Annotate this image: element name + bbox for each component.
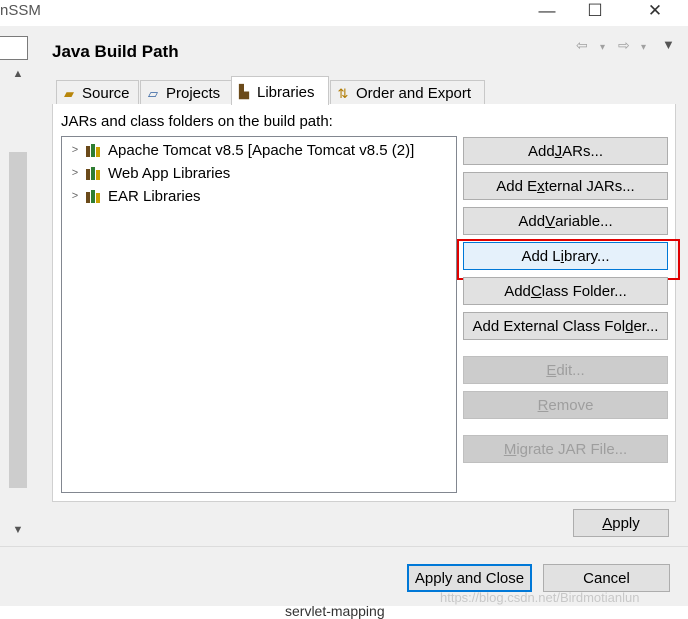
highlight-box bbox=[457, 239, 680, 280]
edit-button[interactable]: Edit... bbox=[463, 356, 668, 384]
tab-projects-label: Projects bbox=[166, 85, 221, 102]
background-editor-line: servlet-mapping bbox=[285, 603, 385, 619]
chevron-right-icon[interactable]: > bbox=[68, 190, 82, 202]
tree-item-web-app-libraries[interactable]: > Web App Libraries bbox=[68, 162, 231, 184]
forward-dropdown-icon[interactable]: ▾ bbox=[641, 42, 646, 53]
chevron-right-icon[interactable]: > bbox=[68, 167, 82, 179]
maximize-button[interactable]: ☐ bbox=[580, 0, 610, 24]
tab-libraries[interactable]: ▙ Libraries bbox=[231, 76, 329, 105]
tree-item-label: EAR Libraries bbox=[108, 187, 201, 205]
add-jars-button[interactable]: Add J ARs... bbox=[463, 137, 668, 165]
back-dropdown-icon[interactable]: ▾ bbox=[600, 42, 605, 53]
back-nav-icon[interactable]: ⇦ bbox=[576, 37, 588, 54]
minimize-button[interactable]: — bbox=[532, 0, 562, 24]
window-title: nSSM bbox=[0, 2, 41, 19]
order-export-icon: ⇅ bbox=[337, 85, 349, 101]
scroll-up-icon[interactable]: ▲ bbox=[9, 68, 27, 82]
libraries-icon: ▙ bbox=[239, 84, 249, 99]
apply-and-close-button[interactable]: Apply and Close bbox=[407, 564, 532, 592]
tree-item-label: Apache Tomcat v8.5 [Apache Tomcat v8.5 (… bbox=[108, 141, 415, 159]
chevron-right-icon[interactable]: > bbox=[68, 144, 82, 156]
view-menu-icon[interactable]: ▼ bbox=[662, 37, 675, 52]
tab-libraries-label: Libraries bbox=[257, 83, 315, 101]
tree-item-tomcat[interactable]: > Apache Tomcat v8.5 [Apache Tomcat v8.5… bbox=[68, 139, 415, 161]
forward-nav-icon[interactable]: ⇨ bbox=[618, 37, 630, 54]
watermark: https://blog.csdn.net/Birdmotianlun bbox=[440, 590, 640, 605]
tree-item-label: Web App Libraries bbox=[108, 164, 231, 182]
add-external-class-folder-button[interactable]: Add External Class Fol d er... bbox=[463, 312, 668, 340]
scrollbar-thumb[interactable] bbox=[9, 152, 27, 488]
tab-projects[interactable]: ▱ Projects bbox=[140, 80, 232, 104]
tab-order-export-label: Order and Export bbox=[356, 85, 472, 102]
library-icon bbox=[86, 166, 102, 180]
remove-button[interactable]: Remove bbox=[463, 391, 668, 419]
tab-order-and-export[interactable]: ⇅ Order and Export bbox=[330, 80, 485, 104]
migrate-jar-file-button[interactable]: Migrate JAR File... bbox=[463, 435, 668, 463]
libraries-heading: JARs and class folders on the build path… bbox=[61, 113, 333, 130]
source-folder-icon: ▰ bbox=[64, 85, 74, 101]
cancel-button[interactable]: Cancel bbox=[543, 564, 670, 592]
page-title: Java Build Path bbox=[52, 42, 179, 61]
library-icon bbox=[86, 143, 102, 157]
tab-source-label: Source bbox=[82, 85, 130, 102]
close-button[interactable]: ✕ bbox=[640, 0, 670, 24]
library-icon bbox=[86, 189, 102, 203]
add-external-jars-button[interactable]: Add Ex ternal JARs... bbox=[463, 172, 668, 200]
scroll-down-icon[interactable]: ▼ bbox=[9, 524, 27, 538]
apply-button[interactable]: Apply bbox=[573, 509, 669, 537]
tab-source[interactable]: ▰ Source bbox=[56, 80, 139, 104]
projects-icon: ▱ bbox=[148, 85, 158, 101]
add-class-folder-button[interactable]: Add Class Folder... bbox=[463, 277, 668, 305]
add-variable-button[interactable]: Add Variable... bbox=[463, 207, 668, 235]
tree-item-ear-libraries[interactable]: > EAR Libraries bbox=[68, 185, 201, 207]
background-filter-input[interactable] bbox=[0, 36, 28, 60]
